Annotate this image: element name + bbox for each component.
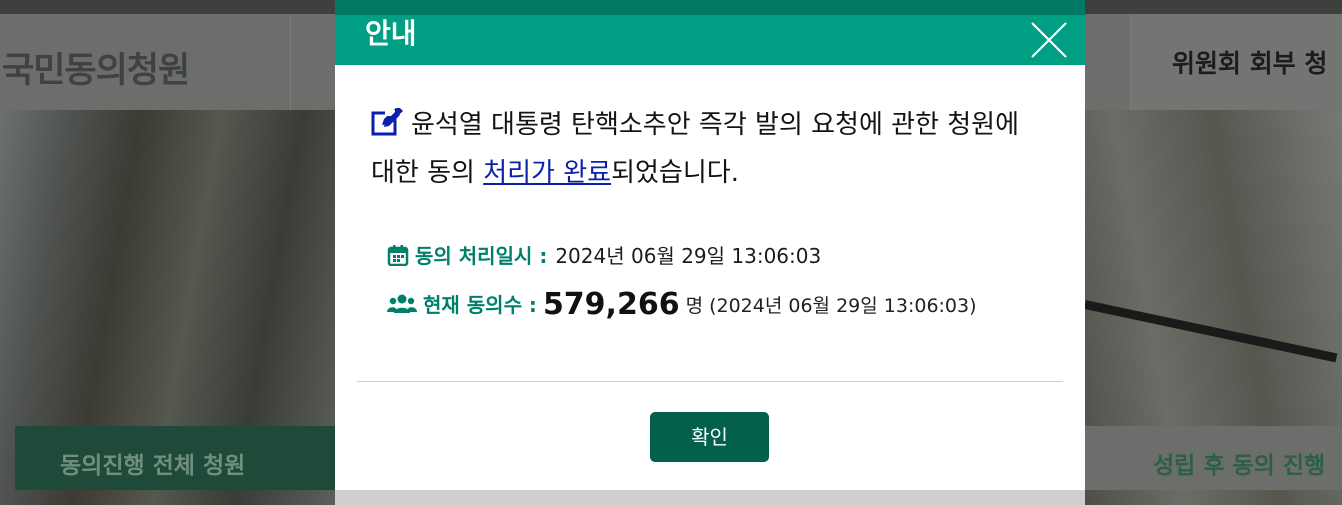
agreement-count-value: 579,266 bbox=[542, 287, 680, 322]
message-text-end: 되었습니다. bbox=[611, 158, 739, 188]
processed-time-label: 동의 처리일시 : bbox=[415, 244, 548, 268]
notice-modal: 안내 윤석열 대통령 탄핵소추안 즉각 발의 요청에 관한 청원에 대한 동의 … bbox=[335, 0, 1085, 505]
close-button[interactable] bbox=[1029, 20, 1069, 60]
processing-complete-link[interactable]: 처리가 완료 bbox=[483, 158, 611, 188]
tab-after-establishment-label: 성립 후 동의 진행 bbox=[1153, 453, 1326, 479]
close-icon bbox=[1031, 22, 1067, 58]
tab-after-establishment: 성립 후 동의 진행 bbox=[1085, 426, 1342, 490]
site-logo: 국민동의청원 bbox=[2, 51, 190, 91]
processed-time-row: 동의 처리일시 : 2024년 06월 29일 13:06:03 bbox=[387, 240, 821, 271]
modal-header: 안내 bbox=[335, 15, 1085, 65]
tab-ongoing-petitions-label: 동의진행 전체 청원 bbox=[60, 453, 246, 479]
modal-title: 안내 bbox=[365, 17, 417, 50]
agreement-count-unit: 명 (2024년 06월 29일 13:06:03) bbox=[685, 295, 977, 317]
header-menu-committee: 위원회 회부 청 bbox=[1172, 49, 1328, 78]
completion-message: 윤석열 대통령 탄핵소추안 즉각 발의 요청에 관한 청원에 대한 동의 처리가… bbox=[371, 103, 1051, 196]
edit-icon bbox=[371, 106, 405, 151]
header-divider bbox=[1130, 14, 1131, 110]
users-icon bbox=[387, 293, 417, 320]
agreement-count-row: 현재 동의수 :579,266 명 (2024년 06월 29일 13:06:03… bbox=[387, 287, 977, 322]
modal-divider bbox=[357, 381, 1063, 382]
calendar-icon bbox=[387, 244, 409, 271]
confirm-button[interactable]: 확인 bbox=[650, 412, 769, 462]
processed-time-value: 2024년 06월 29일 13:06:03 bbox=[555, 244, 822, 268]
modal-footer-strip bbox=[335, 490, 1085, 505]
agreement-count-label: 현재 동의수 : bbox=[423, 293, 537, 317]
header-divider bbox=[290, 14, 291, 110]
modal-top-edge bbox=[335, 0, 1085, 15]
tab-ongoing-petitions: 동의진행 전체 청원 bbox=[15, 426, 335, 490]
